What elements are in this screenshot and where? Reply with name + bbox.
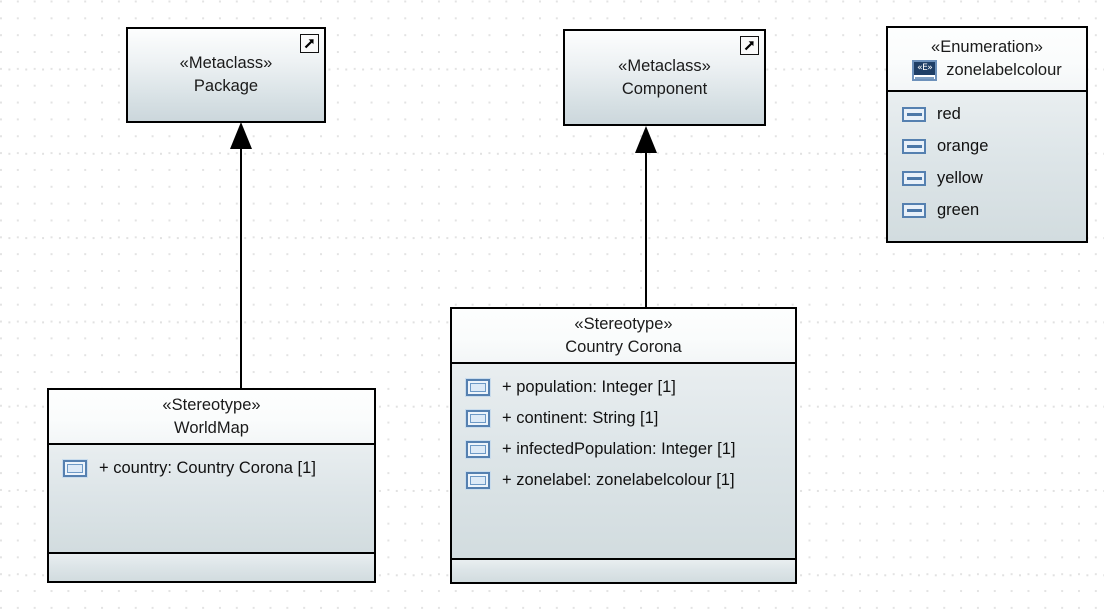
enum-literal-icon [902,202,926,218]
literal-label: orange [937,137,989,155]
enumeration-icon: «E» [912,60,938,81]
country-corona-operations [452,558,795,582]
attribute-row[interactable]: + country: Country Corona [1] [49,453,374,484]
attribute-row[interactable]: + continent: String [1] [452,403,795,434]
country-corona-header: «Stereotype» Country Corona [452,309,795,364]
extension-arrowhead-package [230,122,252,149]
enum-literal-icon [902,138,926,154]
property-icon [466,410,490,427]
worldmap-attributes: + country: Country Corona [1] [49,445,374,552]
external-link-icon[interactable] [740,36,759,55]
literal-row[interactable]: yellow [888,162,1086,194]
attribute-label: + population: Integer [1] [502,378,676,396]
property-icon [466,379,490,396]
enumeration-stereotype: «Enumeration» [931,38,1043,56]
metaclass-component-name: Component [621,79,708,98]
property-icon [466,441,490,458]
enumeration-icon-label: «E» [914,62,936,75]
worldmap-stereotype: «Stereotype» [162,395,261,414]
enum-literal-icon [902,170,926,186]
attribute-label: + infectedPopulation: Integer [1] [502,440,736,458]
property-icon [466,472,490,489]
metaclass-component-stereotype: «Metaclass» [618,56,711,75]
enumeration-name: zonelabelcolour [946,61,1062,79]
node-metaclass-component[interactable]: «Metaclass» Component [563,29,766,126]
node-enumeration-zonelabelcolour[interactable]: «Enumeration» «E» zonelabelcolour red or… [886,26,1088,243]
worldmap-operations [49,551,374,581]
node-metaclass-package[interactable]: «Metaclass» Package [126,27,326,123]
literal-label: red [937,105,961,123]
node-stereotype-worldmap[interactable]: «Stereotype» WorldMap + country: Country… [47,388,376,583]
enum-literal-icon [902,106,926,122]
metaclass-package-name: Package [193,77,259,95]
node-stereotype-country-corona[interactable]: «Stereotype» Country Corona + population… [450,307,797,584]
attribute-label: + continent: String [1] [502,409,659,427]
property-icon [63,460,87,477]
country-corona-attributes: + population: Integer [1] + continent: S… [452,364,795,558]
attribute-row[interactable]: + zonelabel: zonelabelcolour [1] [452,465,795,496]
enumeration-literals: red orange yellow green [888,92,1086,241]
worldmap-header: «Stereotype» WorldMap [49,390,374,445]
attribute-row[interactable]: + population: Integer [1] [452,372,795,403]
country-corona-name: Country Corona [565,337,682,356]
enumeration-icon-underline [915,77,935,79]
attribute-label: + zonelabel: zonelabelcolour [1] [502,471,735,489]
literal-row[interactable]: orange [888,130,1086,162]
attribute-row[interactable]: + infectedPopulation: Integer [1] [452,434,795,465]
extension-line-countrycorona-component[interactable] [645,152,647,308]
literal-label: yellow [937,169,983,187]
attribute-label: + country: Country Corona [1] [99,459,316,477]
metaclass-package-stereotype: «Metaclass» [179,54,273,72]
external-link-icon[interactable] [300,34,319,53]
extension-line-worldmap-package[interactable] [240,148,242,391]
extension-arrowhead-component [635,126,657,153]
country-corona-stereotype: «Stereotype» [574,314,673,333]
diagram-canvas[interactable]: «Metaclass» Package «Metaclass» Componen… [0,0,1104,614]
literal-row[interactable]: red [888,98,1086,130]
literal-row[interactable]: green [888,194,1086,226]
worldmap-name: WorldMap [174,418,249,437]
enumeration-header: «Enumeration» «E» zonelabelcolour [888,28,1086,92]
literal-label: green [937,201,980,219]
